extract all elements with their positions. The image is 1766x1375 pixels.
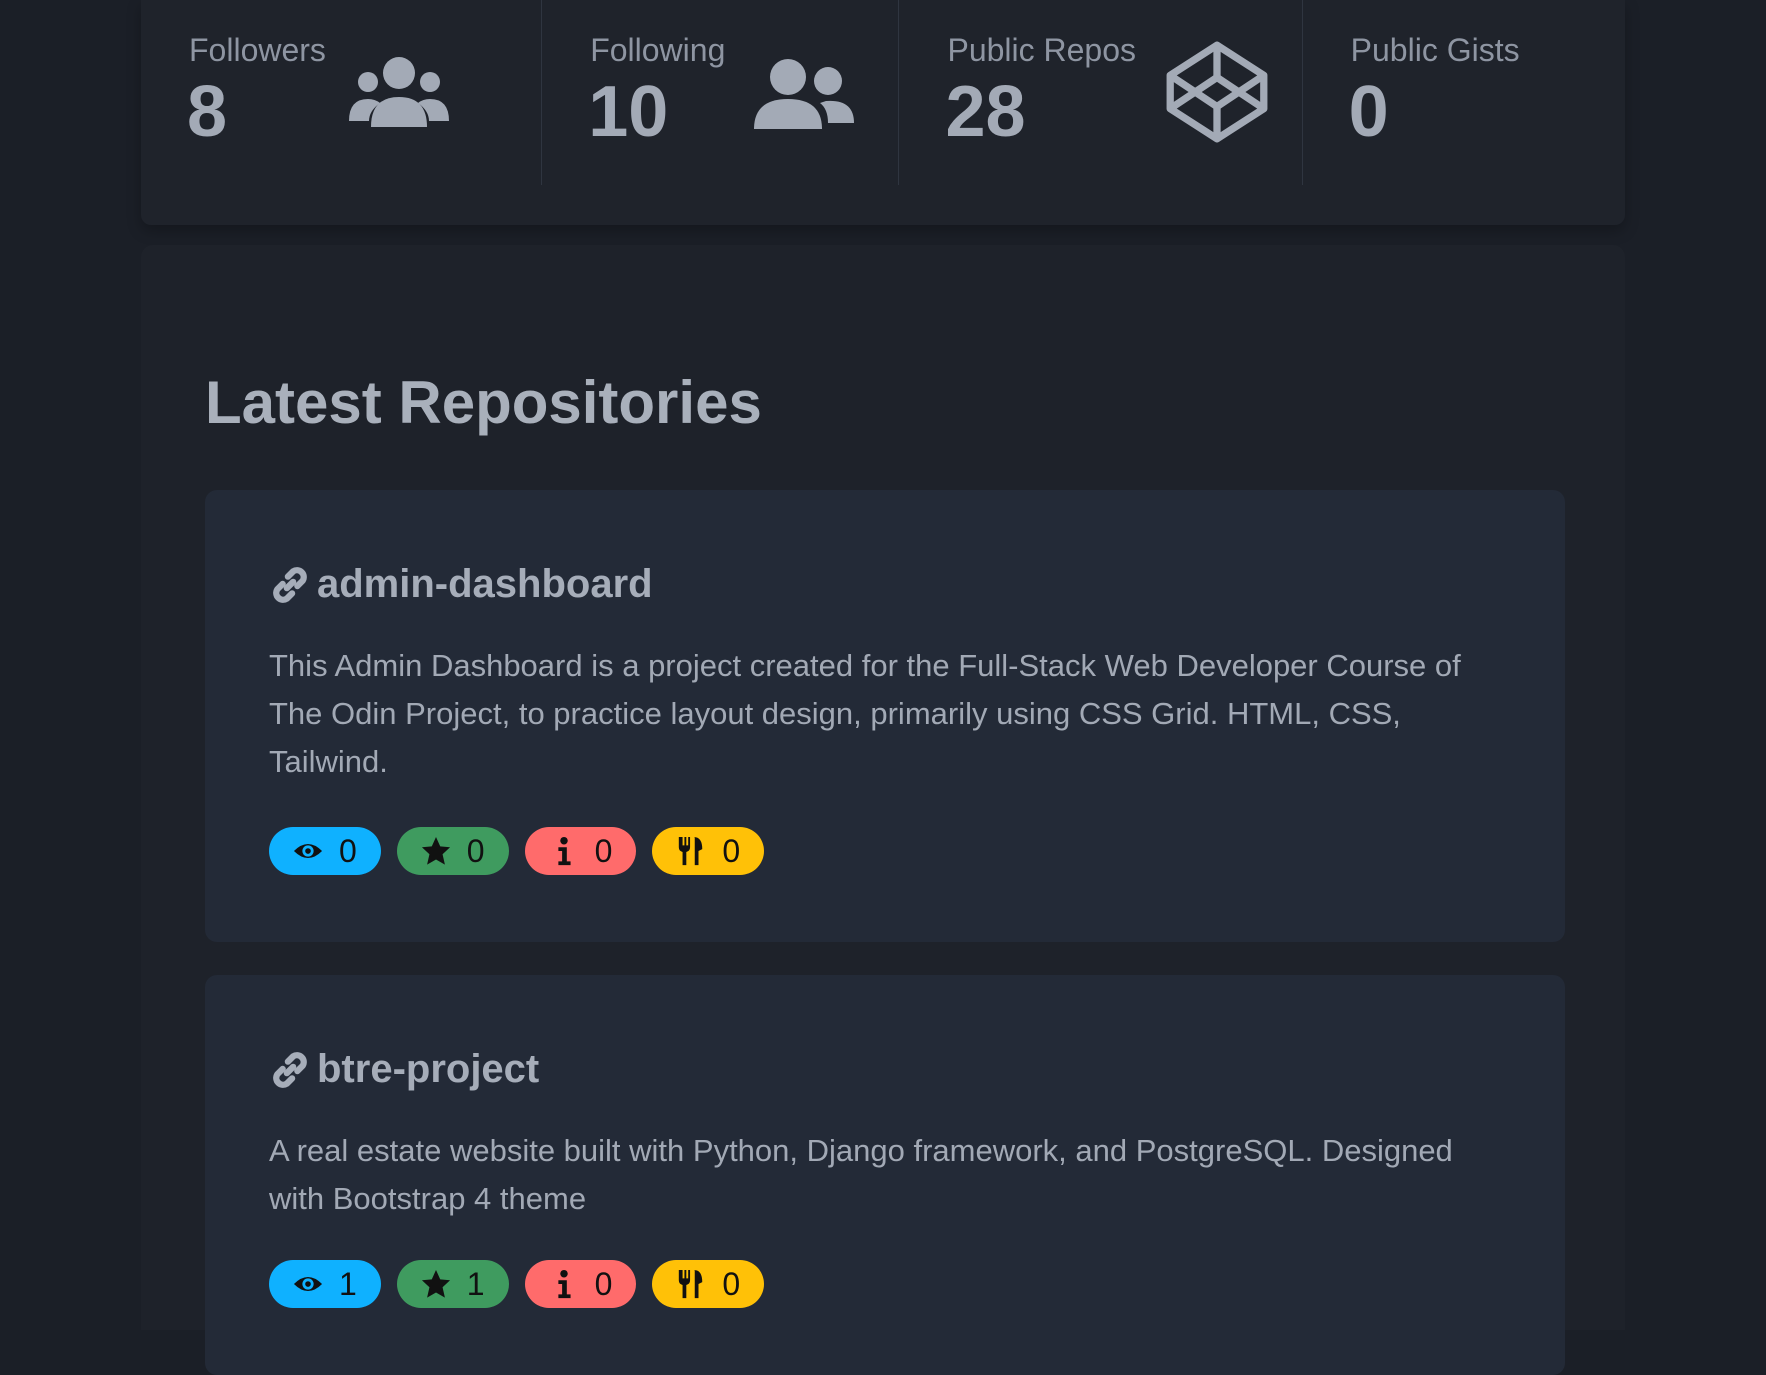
repo-card: admin-dashboard This Admin Dashboard is … <box>205 490 1565 942</box>
star-icon <box>421 836 451 866</box>
issues-count: 0 <box>594 1265 613 1302</box>
info-icon <box>549 1269 579 1299</box>
repo-name: admin-dashboard <box>317 562 653 606</box>
stat-followers: Followers 8 <box>141 0 543 185</box>
repo-badges: 0 0 0 0 <box>269 827 765 875</box>
page: Followers 8 Following 10 Public Repos 28… <box>141 0 1625 1375</box>
issues-count: 0 <box>594 832 613 869</box>
stars-badge: 0 <box>396 827 509 875</box>
stat-public-repos: Public Repos 28 <box>899 0 1303 185</box>
stat-label: Followers <box>189 32 326 68</box>
stat-value: 0 <box>1348 72 1389 152</box>
repo-name: btre-project <box>317 1047 540 1091</box>
link-icon <box>269 1049 311 1091</box>
repo-badges: 1 1 0 0 <box>269 1260 765 1308</box>
stat-public-gists: Public Gists 0 <box>1303 0 1625 185</box>
stat-label: Public Gists <box>1350 32 1520 68</box>
watchers-badge: 1 <box>269 1260 381 1308</box>
codepen-icon <box>1165 40 1269 144</box>
repo-link[interactable]: btre-project <box>269 1047 539 1092</box>
utensils-icon <box>676 1269 706 1299</box>
link-icon <box>269 564 311 606</box>
repositories-section: Latest Repositories admin-dashboard This… <box>141 245 1625 1375</box>
eye-icon <box>293 1269 323 1299</box>
stars-badge: 1 <box>396 1260 509 1308</box>
watchers-count: 0 <box>339 832 357 869</box>
stat-label: Public Repos <box>947 32 1137 68</box>
utensils-icon <box>676 836 706 866</box>
stars-count: 0 <box>466 832 485 869</box>
stat-value: 10 <box>588 72 669 152</box>
eye-icon <box>293 836 323 866</box>
stat-label: Following <box>590 32 726 68</box>
watchers-count: 1 <box>339 1265 357 1302</box>
section-title: Latest Repositories <box>205 369 762 436</box>
watchers-badge: 0 <box>269 827 381 875</box>
star-icon <box>421 1269 451 1299</box>
forks-badge: 0 <box>652 1260 765 1308</box>
user-friends-icon <box>754 50 855 140</box>
stat-following: Following 10 <box>542 0 900 185</box>
repo-description: A real estate website built with Python,… <box>269 1133 1453 1216</box>
stat-value: 8 <box>187 72 228 152</box>
stats-bar: Followers 8 Following 10 Public Repos 28… <box>141 0 1625 225</box>
issues-badge: 0 <box>524 1260 637 1308</box>
stat-value: 28 <box>945 72 1026 152</box>
users-icon <box>349 50 449 140</box>
forks-badge: 0 <box>652 827 765 875</box>
issues-badge: 0 <box>524 827 637 875</box>
stars-count: 1 <box>466 1265 485 1302</box>
repo-description: This Admin Dashboard is a project create… <box>269 648 1461 779</box>
repo-link[interactable]: admin-dashboard <box>269 562 653 607</box>
info-icon <box>549 836 579 866</box>
forks-count: 0 <box>722 1265 741 1302</box>
forks-count: 0 <box>722 832 741 869</box>
repo-card: btre-project A real estate website built… <box>205 975 1565 1375</box>
